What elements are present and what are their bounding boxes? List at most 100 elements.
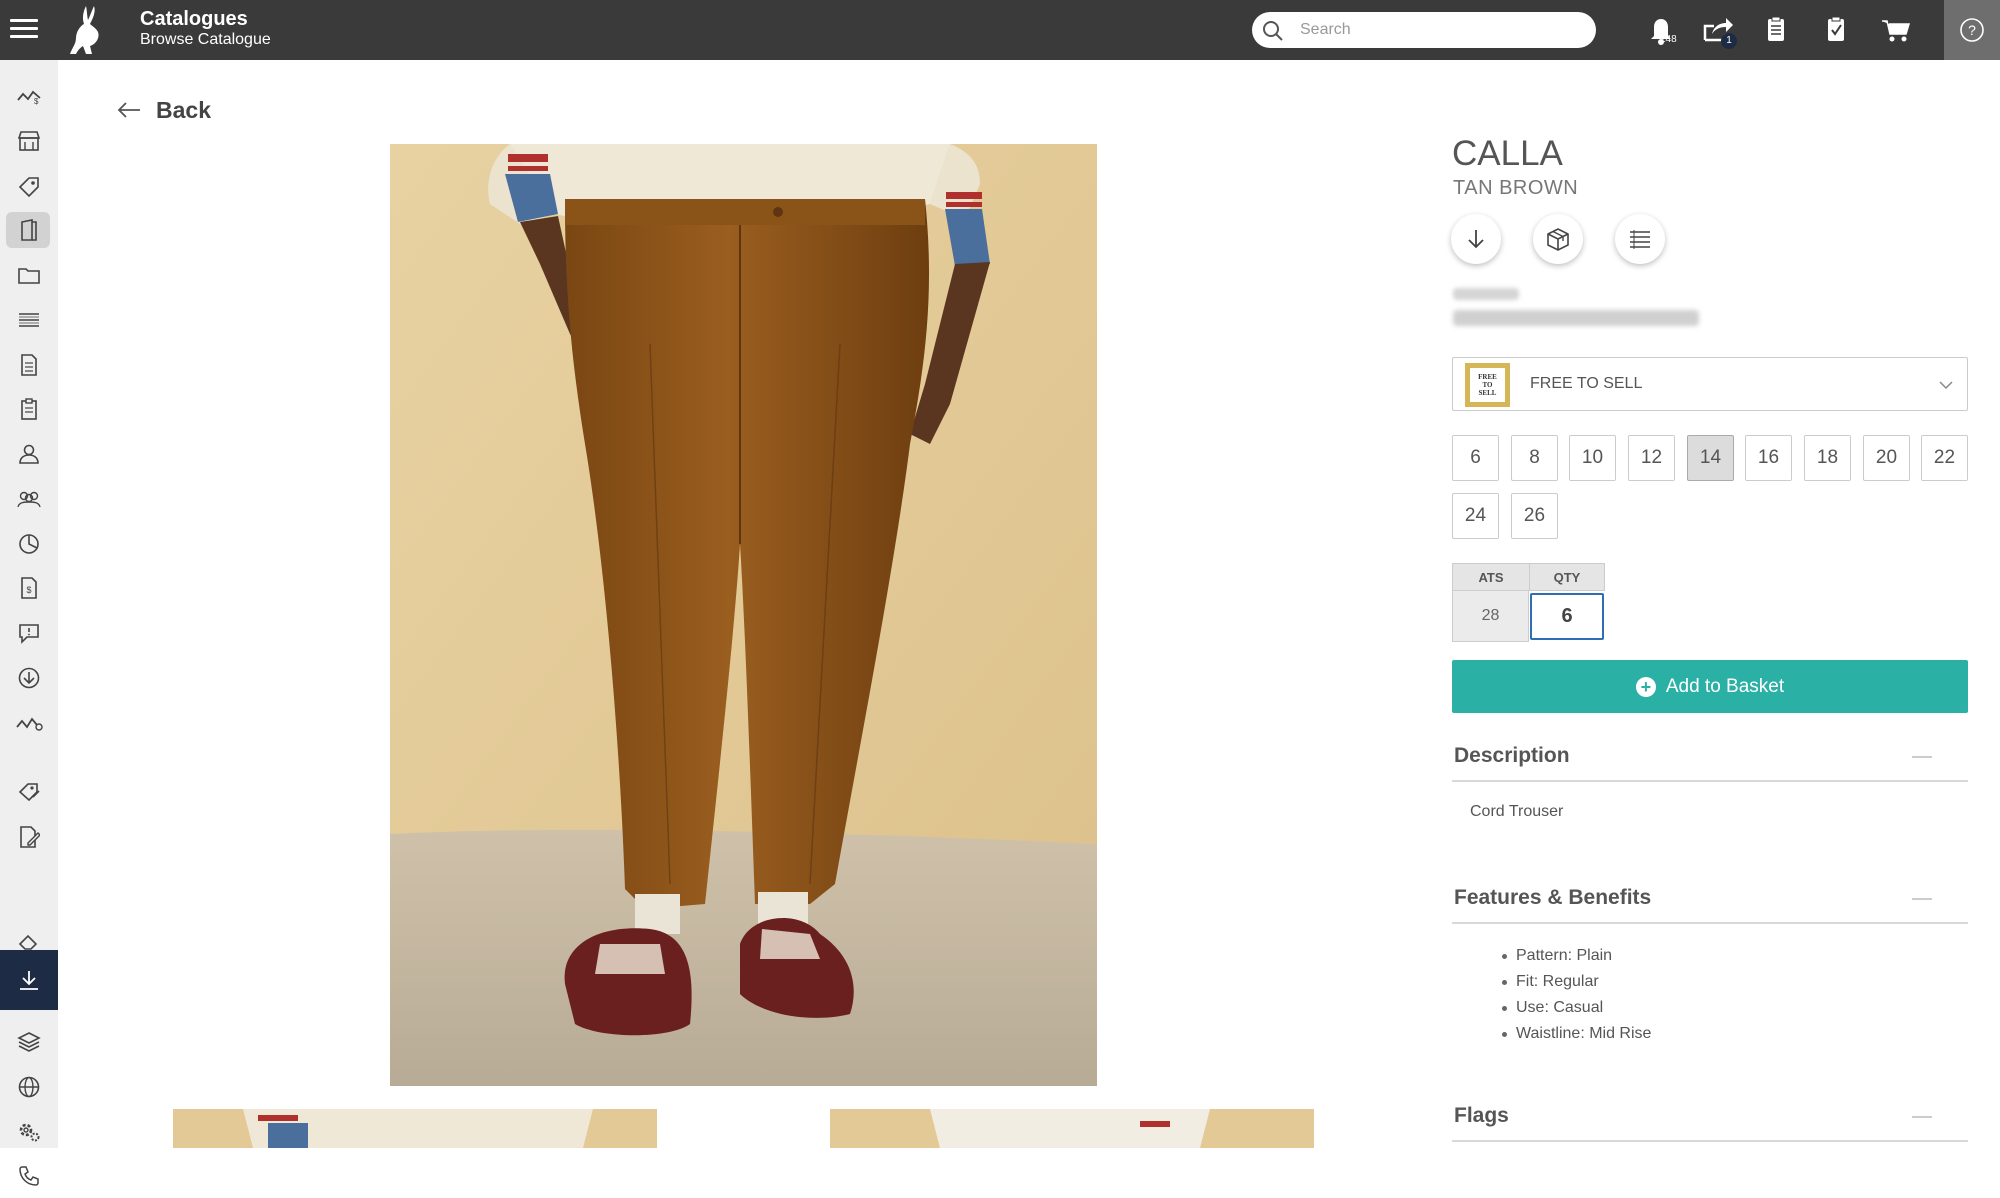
description-text: Cord Trouser bbox=[1470, 803, 1564, 820]
notifications-button[interactable]: 148 bbox=[1644, 12, 1680, 48]
size-option[interactable]: 12 bbox=[1628, 435, 1675, 481]
flags-section-header[interactable]: Flags bbox=[1452, 1096, 1968, 1142]
feature-item: Fit: Regular bbox=[1500, 969, 1651, 995]
collapse-icon[interactable] bbox=[1912, 898, 1932, 900]
sidebar-item-settings[interactable] bbox=[0, 1110, 58, 1154]
svg-text:$: $ bbox=[26, 585, 31, 595]
share-button[interactable]: 1 bbox=[1700, 12, 1737, 49]
description-section-header[interactable]: Description bbox=[1452, 736, 1968, 782]
notification-count: 148 bbox=[1660, 34, 1677, 45]
back-button[interactable]: Back bbox=[116, 94, 211, 126]
size-option[interactable]: 26 bbox=[1511, 493, 1558, 539]
add-to-basket-button[interactable]: + Add to Basket bbox=[1452, 660, 1968, 713]
arrow-left-icon bbox=[117, 102, 140, 118]
sidebar-item-stores[interactable] bbox=[0, 119, 58, 163]
size-option[interactable]: 24 bbox=[1452, 493, 1499, 539]
sidebar-item-downloads[interactable] bbox=[0, 656, 58, 700]
size-option[interactable]: 10 bbox=[1569, 435, 1616, 481]
product-thumbnail-2[interactable] bbox=[830, 1109, 1314, 1148]
menu-icon[interactable] bbox=[10, 14, 38, 46]
hare-logo-icon[interactable] bbox=[66, 4, 108, 56]
sidebar-item-contact[interactable] bbox=[0, 1154, 58, 1198]
redacted-sku bbox=[1453, 288, 1519, 300]
pie-chart-icon bbox=[19, 534, 39, 554]
description-title: Description bbox=[1454, 744, 1570, 767]
sidebar-item-collections[interactable] bbox=[0, 1020, 58, 1064]
checklist-button[interactable] bbox=[1818, 12, 1854, 48]
size-option[interactable]: 16 bbox=[1745, 435, 1792, 481]
clipboard-icon bbox=[1768, 16, 1784, 41]
list-icon bbox=[19, 313, 39, 327]
trend-icon bbox=[16, 717, 43, 731]
search-box[interactable] bbox=[1252, 12, 1596, 48]
stock-quantity-table: ATS QTY 28 bbox=[1452, 563, 1605, 642]
phone-icon bbox=[19, 1166, 39, 1186]
search-input[interactable] bbox=[1300, 17, 1580, 43]
product-3d-button[interactable] bbox=[1533, 214, 1583, 264]
clipboard-check-icon bbox=[1828, 16, 1844, 41]
stock-status-value: FREE TO SELL bbox=[1530, 375, 1643, 392]
sidebar-item-promotions[interactable] bbox=[0, 770, 58, 814]
product-main-image[interactable] bbox=[390, 144, 1097, 1086]
collapse-icon[interactable] bbox=[1912, 1116, 1932, 1118]
eraser-icon bbox=[18, 934, 38, 950]
collapse-icon[interactable] bbox=[1912, 756, 1932, 758]
sidebar-item-export[interactable] bbox=[0, 950, 58, 1010]
sidebar: $ $ bbox=[0, 60, 58, 1186]
sidebar-item-tags[interactable] bbox=[0, 164, 58, 208]
feature-item: Use: Casual bbox=[1500, 995, 1651, 1021]
sidebar-item-catalogues[interactable] bbox=[0, 208, 58, 252]
sidebar-item-customers[interactable] bbox=[0, 477, 58, 521]
svg-text:$: $ bbox=[34, 97, 39, 106]
size-option[interactable]: 22 bbox=[1921, 435, 1968, 481]
download-icon bbox=[20, 971, 38, 990]
download-circle-icon bbox=[18, 667, 40, 689]
svg-text:?: ? bbox=[1968, 22, 1976, 38]
size-option[interactable]: 18 bbox=[1804, 435, 1851, 481]
size-option[interactable]: 6 bbox=[1452, 435, 1499, 481]
size-option-selected[interactable]: 14 bbox=[1687, 435, 1734, 481]
tag-edit-icon bbox=[18, 783, 40, 802]
sidebar-item-trends[interactable] bbox=[0, 701, 58, 745]
sidebar-item-invoices[interactable]: $ bbox=[0, 566, 58, 610]
sidebar-item-edit-documents[interactable] bbox=[0, 815, 58, 859]
app-subtitle: Browse Catalogue bbox=[140, 31, 271, 48]
invoice-icon: $ bbox=[21, 577, 37, 599]
help-button[interactable]: ? bbox=[1944, 0, 2000, 60]
back-label: Back bbox=[156, 96, 211, 123]
free-to-sell-logo: FREE TO SELL bbox=[1465, 363, 1510, 407]
details-list-button[interactable] bbox=[1615, 214, 1665, 264]
sidebar-item-folders[interactable] bbox=[0, 253, 58, 297]
search-icon bbox=[1263, 21, 1283, 41]
arrow-down-icon bbox=[1468, 230, 1484, 249]
product-colour: TAN BROWN bbox=[1453, 177, 1579, 199]
sidebar-item-documents[interactable] bbox=[0, 343, 58, 387]
chevron-down-icon bbox=[1939, 381, 1953, 390]
stock-status-select[interactable]: FREE TO SELL FREE TO SELL bbox=[1452, 357, 1968, 411]
sidebar-item-messages[interactable] bbox=[0, 611, 58, 655]
orders-button[interactable] bbox=[1758, 12, 1794, 48]
sidebar-item-reports[interactable] bbox=[0, 522, 58, 566]
cart-button[interactable] bbox=[1878, 12, 1914, 48]
download-button[interactable] bbox=[1451, 214, 1501, 264]
product-name: CALLA bbox=[1452, 134, 1563, 173]
sidebar-item-language[interactable] bbox=[0, 1065, 58, 1109]
quantity-input[interactable] bbox=[1530, 593, 1604, 640]
document-icon bbox=[21, 354, 37, 376]
tag-icon bbox=[18, 177, 39, 197]
sidebar-item-analytics[interactable]: $ bbox=[0, 74, 58, 118]
size-option[interactable]: 20 bbox=[1863, 435, 1910, 481]
add-to-basket-label: Add to Basket bbox=[1665, 675, 1785, 697]
sidebar-item-lists[interactable] bbox=[0, 298, 58, 342]
sidebar-item-account[interactable] bbox=[0, 432, 58, 476]
features-section-header[interactable]: Features & Benefits bbox=[1452, 878, 1968, 924]
feature-item: Pattern: Plain bbox=[1500, 943, 1651, 969]
size-option[interactable]: 8 bbox=[1511, 435, 1558, 481]
help-icon: ? bbox=[1960, 18, 1984, 42]
box-icon bbox=[1547, 228, 1569, 251]
product-thumbnail-1[interactable] bbox=[173, 1109, 657, 1148]
analytics-icon: $ bbox=[17, 90, 41, 106]
features-list: Pattern: Plain Fit: Regular Use: Casual … bbox=[1500, 943, 1651, 1047]
features-title: Features & Benefits bbox=[1454, 886, 1652, 909]
sidebar-item-orders[interactable] bbox=[0, 387, 58, 431]
